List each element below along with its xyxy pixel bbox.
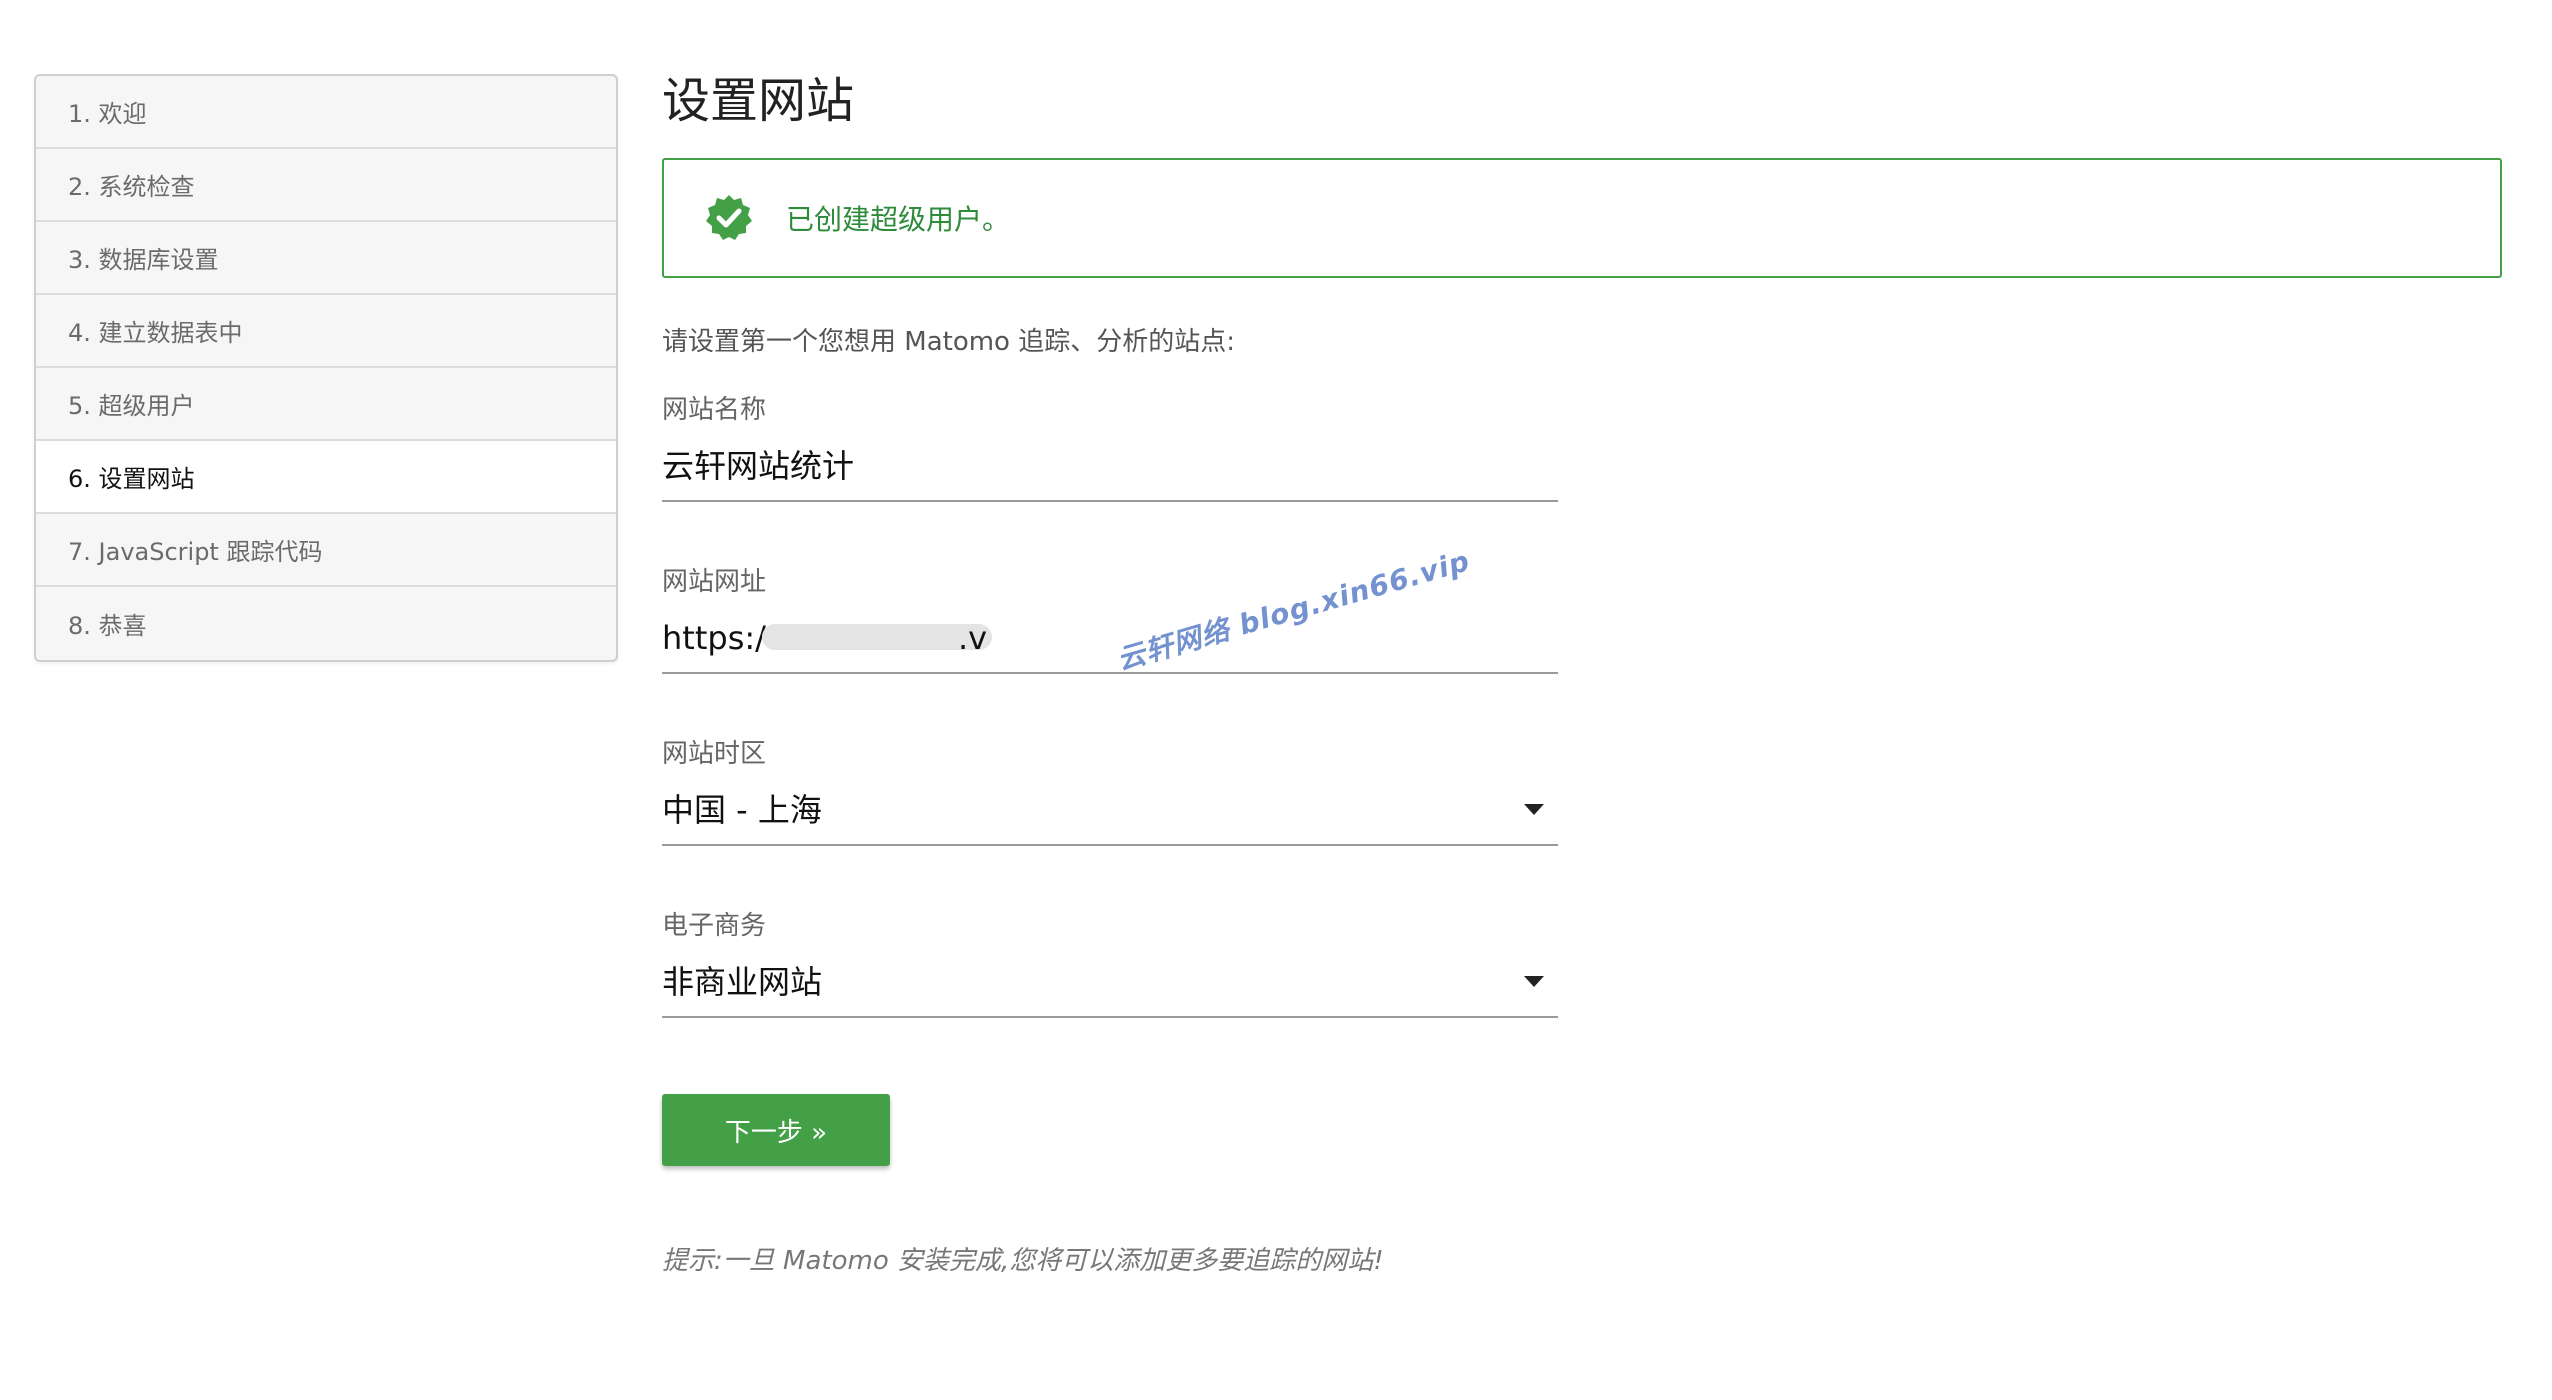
- site-url-input-wrap[interactable]: https:/ .v: [662, 602, 1558, 674]
- step-label: 7. JavaScript 跟踪代码: [68, 538, 323, 566]
- site-name-input[interactable]: [662, 430, 1558, 498]
- site-name-field: 网站名称: [662, 390, 1558, 502]
- ecommerce-label: 电子商务: [662, 911, 767, 941]
- ecommerce-select[interactable]: 非商业网站: [662, 946, 1558, 1018]
- step-tracking-code: 7. JavaScript 跟踪代码: [36, 514, 616, 587]
- step-setup-website: 6. 设置网站: [36, 441, 616, 514]
- main-content: 设置网站 已创建超级用户。 请设置第一个您想用 Matomo 追踪、分析的站点:…: [662, 60, 2502, 1277]
- step-create-tables: 4. 建立数据表中: [36, 295, 616, 368]
- step-label: 5. 超级用户: [68, 392, 195, 420]
- installer-page: 1. 欢迎 2. 系统检查 3. 数据库设置 4. 建立数据表中 5. 超级用户…: [0, 0, 2552, 1400]
- ecommerce-field: 电子商务 非商业网站: [662, 906, 1558, 1018]
- step-label: 3. 数据库设置: [68, 246, 219, 274]
- dropdown-caret-icon: [1524, 804, 1544, 815]
- intro-text: 请设置第一个您想用 Matomo 追踪、分析的站点:: [662, 327, 1235, 357]
- step-label: 2. 系统检查: [68, 173, 195, 201]
- hint-text: 提示:一旦 Matomo 安装完成,您将可以添加更多要追踪的网站!: [662, 1246, 1384, 1276]
- success-alert: 已创建超级用户。: [662, 158, 2502, 278]
- step-database-setup: 3. 数据库设置: [36, 222, 616, 295]
- timezone-select[interactable]: 中国 - 上海: [662, 774, 1558, 846]
- site-url-suffix: .v: [958, 619, 988, 657]
- ecommerce-selected-value: 非商业网站: [662, 963, 823, 1001]
- install-steps-sidebar: 1. 欢迎 2. 系统检查 3. 数据库设置 4. 建立数据表中 5. 超级用户…: [34, 74, 618, 662]
- step-congratulations: 8. 恭喜: [36, 587, 616, 660]
- timezone-label: 网站时区: [662, 739, 767, 769]
- step-welcome: 1. 欢迎: [36, 76, 616, 149]
- step-label: 6. 设置网站: [68, 465, 195, 493]
- timezone-field: 网站时区 中国 - 上海: [662, 734, 1558, 846]
- alert-text: 已创建超级用户。: [786, 203, 1011, 236]
- timezone-selected-value: 中国 - 上海: [662, 791, 822, 829]
- page-title: 设置网站: [662, 73, 855, 129]
- step-label: 8. 恭喜: [68, 612, 147, 640]
- step-system-check: 2. 系统检查: [36, 149, 616, 222]
- step-superuser: 5. 超级用户: [36, 368, 616, 441]
- site-name-input-wrap: [662, 430, 1558, 502]
- dropdown-caret-icon: [1524, 976, 1544, 987]
- site-name-label: 网站名称: [662, 395, 767, 425]
- site-url-value: https:/: [662, 619, 766, 657]
- next-button[interactable]: 下一步 »: [662, 1094, 890, 1166]
- step-label: 4. 建立数据表中: [68, 319, 243, 347]
- step-label: 1. 欢迎: [68, 100, 147, 128]
- verified-check-icon: [704, 193, 754, 243]
